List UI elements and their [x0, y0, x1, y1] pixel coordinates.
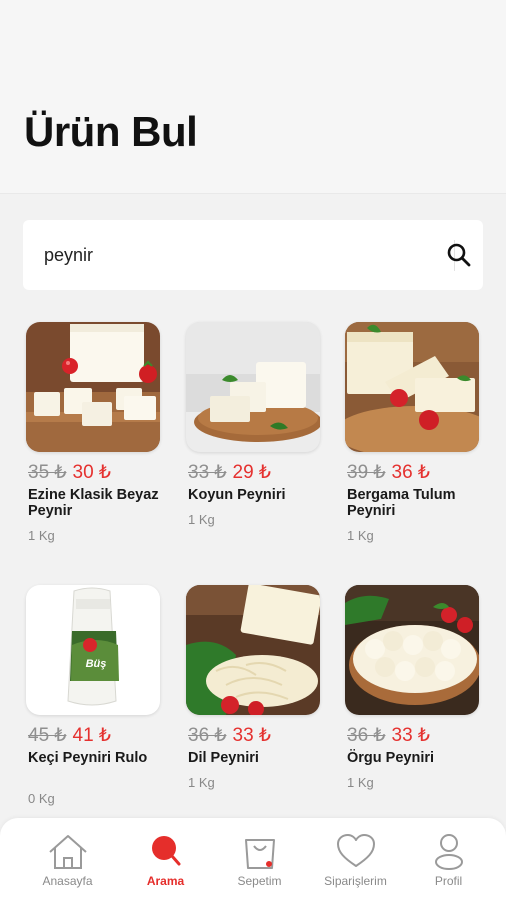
- product-name: Örgu Peyniri: [347, 750, 435, 766]
- old-price: 36 ₺: [188, 725, 227, 746]
- user-icon: [434, 834, 463, 870]
- product-name: Dil Peyniri: [188, 750, 259, 766]
- search-input[interactable]: [44, 240, 434, 270]
- price-row: 35 ₺ 30 ₺: [28, 461, 111, 485]
- price-row: 33 ₺ 29 ₺: [188, 461, 271, 485]
- home-icon: [48, 835, 87, 869]
- nav-label: Sepetim: [237, 874, 282, 888]
- page-title: Ürün Bul: [24, 108, 198, 155]
- price-row: 36 ₺ 33 ₺: [188, 724, 271, 748]
- old-price: 33 ₺: [188, 462, 227, 483]
- product-image: [345, 585, 479, 715]
- heart-icon: [336, 834, 375, 867]
- shopping-bag-icon: [244, 839, 275, 869]
- old-price: 39 ₺: [347, 462, 386, 483]
- search-icon: [447, 243, 471, 267]
- product-image: [186, 322, 320, 452]
- old-price: 36 ₺: [347, 725, 386, 746]
- product-label-text: Büş: [86, 658, 107, 670]
- product-weight: 1 Kg: [347, 775, 374, 790]
- product-weight: 1 Kg: [188, 512, 215, 527]
- old-price: 35 ₺: [28, 462, 67, 483]
- price-row: 39 ₺ 36 ₺: [347, 461, 430, 485]
- search-icon: [151, 836, 180, 866]
- price: 30 ₺: [72, 462, 112, 483]
- product-weight: 1 Kg: [188, 775, 215, 790]
- nav-label: Arama: [146, 874, 185, 888]
- price: 33 ₺: [391, 725, 431, 746]
- product-name: Keçi Peyniri Rulo: [28, 750, 148, 766]
- nav-item-profile[interactable]: Profil: [398, 818, 499, 900]
- product-image: [26, 322, 160, 452]
- product-weight: 0 Kg: [28, 791, 55, 806]
- search-bar: [23, 220, 483, 290]
- product-weight: 1 Kg: [28, 528, 55, 543]
- old-price: 45 ₺: [28, 725, 67, 746]
- price: 36 ₺: [391, 462, 431, 483]
- product-name: Bergama Tulum Peyniri: [347, 487, 456, 519]
- nav-label: Profil: [434, 874, 463, 888]
- product-image: [345, 322, 479, 452]
- product-weight: 1 Kg: [347, 528, 374, 543]
- nav-label: Anasayfa: [42, 874, 93, 888]
- nav-label: Siparişlerim: [324, 874, 387, 888]
- nav-item-search[interactable]: Arama: [115, 818, 216, 900]
- product-image: [186, 585, 320, 715]
- bottom-navigation: Anasayfa Arama Sepetim Siparişlerim Prof…: [0, 818, 506, 900]
- product-name: Koyun Peyniri: [188, 487, 286, 503]
- nav-item-cart[interactable]: Sepetim: [209, 818, 310, 900]
- header: Ürün Bul: [0, 0, 506, 194]
- price-row: 36 ₺ 33 ₺: [347, 724, 430, 748]
- price: 41 ₺: [72, 725, 112, 746]
- product-name: Ezine Klasik Beyaz Peynir: [28, 487, 159, 519]
- price: 33 ₺: [232, 725, 272, 746]
- product-image: Büş: [26, 585, 160, 715]
- nav-item-home[interactable]: Anasayfa: [17, 818, 118, 900]
- price-row: 45 ₺ 41 ₺: [28, 724, 111, 748]
- nav-item-orders[interactable]: Siparişlerim: [305, 818, 406, 900]
- price: 29 ₺: [232, 462, 272, 483]
- search-button[interactable]: [438, 232, 480, 278]
